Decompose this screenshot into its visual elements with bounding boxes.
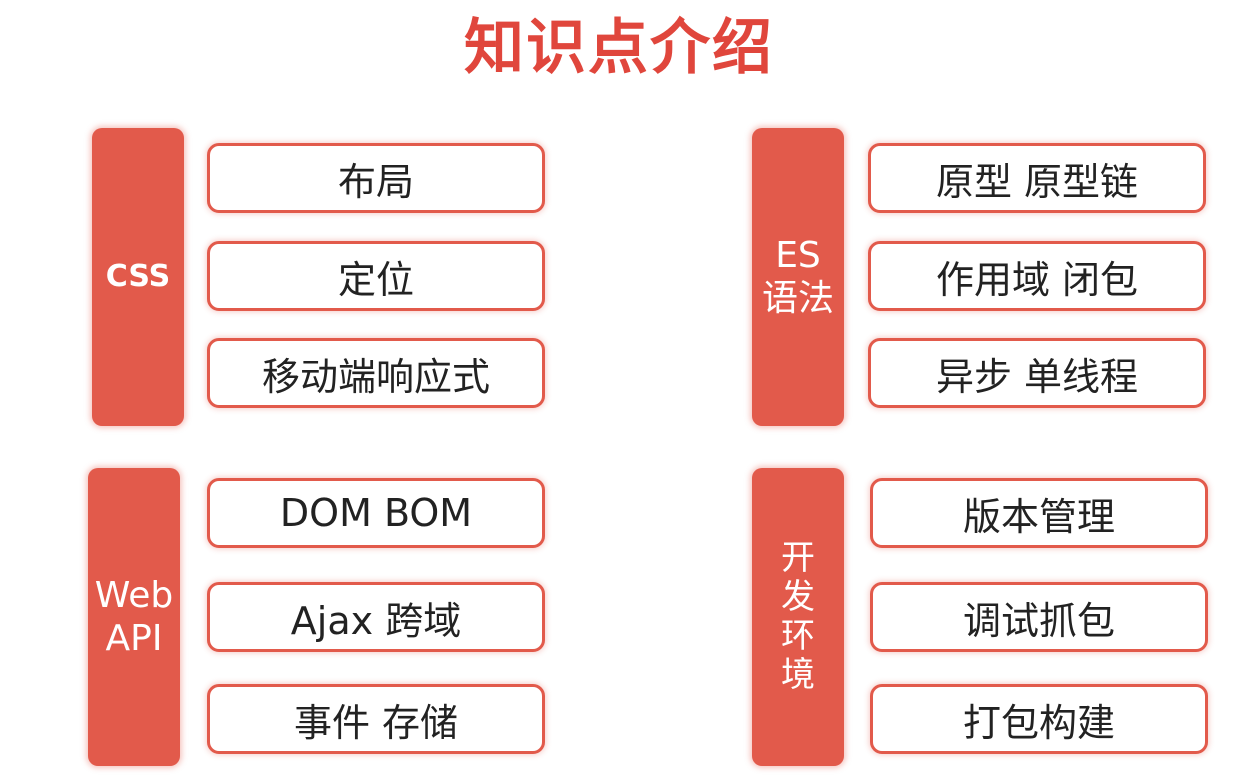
item-web-events-storage: 事件 存储 bbox=[207, 684, 545, 754]
item-css-responsive: 移动端响应式 bbox=[207, 338, 545, 408]
item-web-dom-bom: DOM BOM bbox=[207, 478, 545, 548]
diagram: 知识点介绍 CSS 布局 定位 移动端响应式 ES 语法 原型 原型链 作用域 … bbox=[0, 0, 1238, 783]
category-web-api: Web API bbox=[88, 468, 180, 766]
item-es-scope-closure: 作用域 闭包 bbox=[868, 241, 1206, 311]
item-dev-version-control: 版本管理 bbox=[870, 478, 1208, 548]
category-dev-env: 开 发 环 境 bbox=[752, 468, 844, 766]
item-css-layout: 布局 bbox=[207, 143, 545, 213]
item-css-positioning: 定位 bbox=[207, 241, 545, 311]
item-es-async: 异步 单线程 bbox=[868, 338, 1206, 408]
category-es-syntax: ES 语法 bbox=[752, 128, 844, 426]
item-es-prototype: 原型 原型链 bbox=[868, 143, 1206, 213]
item-dev-build: 打包构建 bbox=[870, 684, 1208, 754]
category-css: CSS bbox=[92, 128, 184, 426]
page-title: 知识点介绍 bbox=[464, 13, 774, 83]
item-dev-debug: 调试抓包 bbox=[870, 582, 1208, 652]
item-web-ajax: Ajax 跨域 bbox=[207, 582, 545, 652]
